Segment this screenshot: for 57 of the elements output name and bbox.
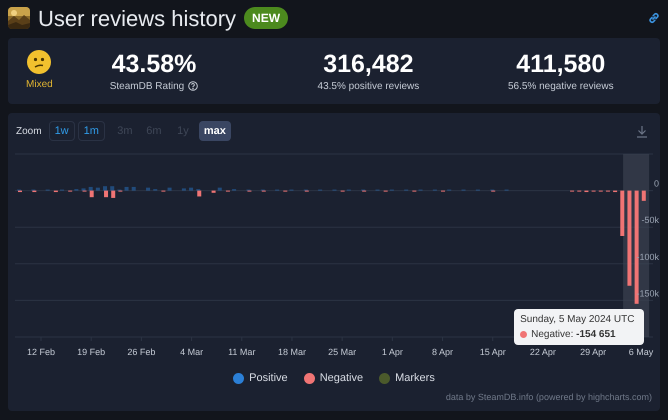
stat-value: 316,482 <box>323 48 414 78</box>
link-icon[interactable] <box>648 12 660 24</box>
negative-bar <box>620 190 624 236</box>
zoom-label: Zoom <box>16 124 42 138</box>
zoom-button[interactable]: 1m <box>78 121 105 141</box>
positive-bar <box>82 188 86 191</box>
positive-bar <box>218 188 222 191</box>
negative-bar <box>90 190 94 198</box>
positive-bar <box>124 186 129 191</box>
x-axis-label: 4 Mar <box>180 347 204 357</box>
x-axis-label: 29 Apr <box>580 347 606 357</box>
positive-bar <box>168 188 172 191</box>
zoom-button[interactable]: 1w <box>48 121 75 141</box>
rating-label: Mixed <box>26 78 53 92</box>
stat-value: 411,580 <box>516 48 606 78</box>
credit-text: data by SteamDB.info (powered by highcharts.com) <box>446 391 652 404</box>
positive-bar <box>132 186 136 191</box>
negative-bar <box>197 190 202 196</box>
positive-bar <box>146 188 150 191</box>
positive-bar <box>96 188 100 191</box>
negative-bar <box>642 190 646 201</box>
section-title: User reviews history <box>38 4 236 33</box>
stat-caption: 56.5% negative reviews <box>508 80 614 94</box>
x-axis-label: 11 Mar <box>228 347 256 357</box>
stat-caption: SteamDB Rating <box>110 80 184 94</box>
confused-face-icon <box>27 50 52 74</box>
tooltip-title: Sunday, 5 May 2024 UTC <box>520 312 636 327</box>
x-axis-label: 15 Apr <box>480 347 506 357</box>
x-axis-label: 1 Apr <box>382 347 403 357</box>
legend-item[interactable]: Negative <box>304 369 364 387</box>
x-axis-label: 25 Mar <box>328 347 356 357</box>
negative-bar <box>212 190 216 193</box>
y-axis-label: 0 <box>654 178 659 189</box>
help-icon[interactable] <box>188 81 198 91</box>
tooltip-value: Negative: -154 651 <box>531 328 616 342</box>
zoom-button[interactable]: max <box>198 121 231 141</box>
x-axis-label: 6 May <box>628 347 654 357</box>
legend-item[interactable]: Positive <box>233 369 288 387</box>
positive-bar <box>110 186 114 191</box>
y-axis-label: -50k <box>641 215 659 226</box>
stat-caption: 43.5% positive reviews <box>318 80 420 94</box>
legend-item[interactable]: Markers <box>379 369 435 387</box>
x-axis-label: 19 Feb <box>77 347 106 357</box>
negative-bar <box>111 190 116 198</box>
download-icon[interactable] <box>636 124 648 138</box>
new-badge: NEW <box>244 7 288 29</box>
x-axis-label: 8 Apr <box>432 347 454 357</box>
positive-bar <box>103 186 108 191</box>
x-axis-label: 22 Apr <box>530 347 556 357</box>
x-axis-label: 12 Feb <box>27 347 56 357</box>
positive-bar <box>182 188 186 191</box>
positive-bar <box>88 186 93 191</box>
x-axis-label: 18 Mar <box>278 347 306 357</box>
stat-value: 43.58% <box>112 48 196 78</box>
positive-bar <box>189 188 194 191</box>
negative-bar <box>104 190 108 198</box>
x-axis-label: 26 Feb <box>127 347 156 357</box>
